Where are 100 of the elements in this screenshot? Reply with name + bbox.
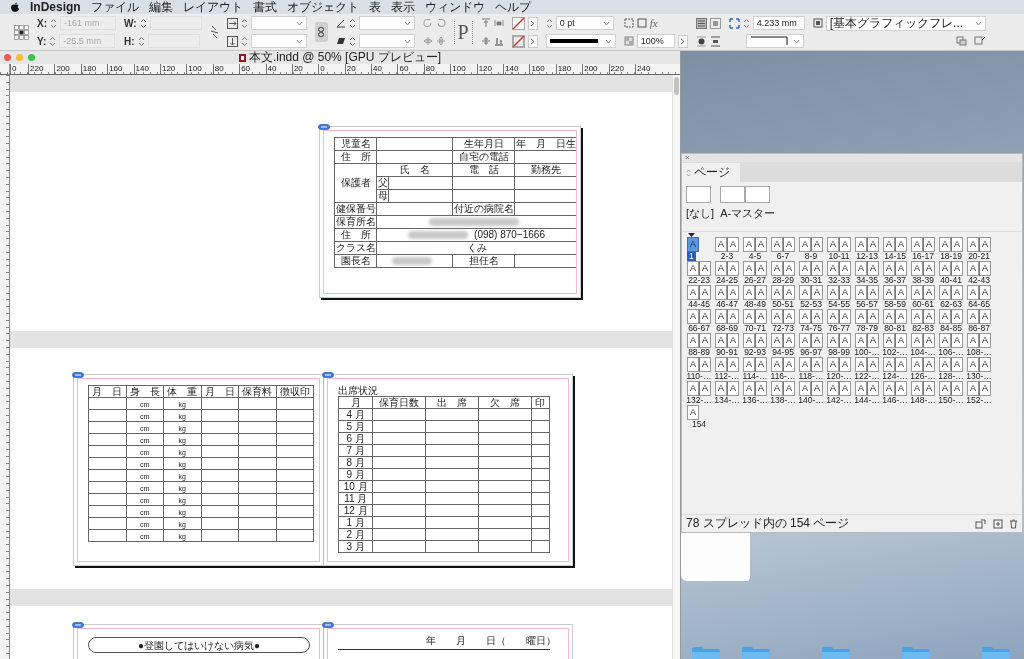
page-number[interactable]: 54-55 — [828, 300, 850, 309]
menu-item[interactable]: InDesign — [30, 0, 81, 14]
page-thumbnail[interactable]: A — [951, 285, 963, 300]
page-thumbnail[interactable]: A — [687, 405, 699, 420]
page-thumbnail[interactable]: A — [727, 261, 739, 276]
page-thumbnail[interactable]: A — [799, 237, 811, 252]
close-button[interactable] — [4, 54, 11, 61]
page-thumbnail[interactable]: A — [923, 237, 935, 252]
page-thumbnail[interactable]: A — [951, 381, 963, 396]
effects-button[interactable]: fx — [649, 17, 658, 29]
menu-item[interactable]: ウィンドウ — [424, 0, 485, 14]
chevron-right-button[interactable] — [527, 34, 538, 48]
close-button[interactable]: × — [685, 154, 690, 162]
page-thumbnail[interactable]: A — [883, 381, 895, 396]
page-number[interactable]: 34-35 — [856, 276, 878, 285]
page-number[interactable]: 150-… — [938, 396, 964, 405]
stroke-type-dropdown[interactable] — [545, 34, 616, 48]
page-thumbnail[interactable]: A — [827, 285, 839, 300]
page-thumbnail[interactable]: A — [911, 381, 923, 396]
page-number[interactable]: 18-19 — [940, 252, 962, 261]
page-thumbnail[interactable]: A — [939, 261, 951, 276]
page-number[interactable]: 96-97 — [800, 348, 822, 357]
flip-vertical-icon[interactable] — [435, 36, 446, 46]
page-thumbnail[interactable]: A — [855, 333, 867, 348]
page-thumbnail[interactable]: A — [855, 285, 867, 300]
page-number[interactable]: 70-71 — [744, 324, 766, 333]
page-thumbnail[interactable]: A — [967, 357, 979, 372]
page-thumbnail[interactable]: A — [895, 381, 907, 396]
page-thumbnail[interactable]: A — [867, 309, 879, 324]
page-thumbnail[interactable]: A — [979, 333, 991, 348]
page-number[interactable]: 8-9 — [804, 252, 818, 261]
align-top-icon[interactable] — [480, 18, 491, 28]
stepper-icon[interactable] — [545, 17, 553, 29]
page-thumbnail[interactable]: A — [951, 333, 963, 348]
page-thumbnail[interactable]: A — [755, 261, 767, 276]
page-thumbnail[interactable]: A — [967, 381, 979, 396]
corner-size-field[interactable]: 4.233 mm — [752, 16, 805, 30]
page-thumbnail[interactable]: A — [883, 309, 895, 324]
page-thumbnail[interactable]: A — [895, 357, 907, 372]
corner-shape-dropdown[interactable] — [745, 34, 804, 48]
page-number[interactable]: 6-7 — [776, 252, 790, 261]
corner-options-icon[interactable] — [728, 17, 740, 29]
stepper-icon[interactable] — [49, 35, 57, 47]
page-number[interactable]: 124-… — [882, 372, 908, 381]
page-thumbnail[interactable]: A — [715, 261, 727, 276]
page-thumbnail[interactable]: A — [923, 285, 935, 300]
page-thumbnail[interactable]: A — [827, 381, 839, 396]
page-thumbnail[interactable]: A — [951, 357, 963, 372]
page-thumbnail[interactable]: A — [715, 237, 727, 252]
page-number[interactable]: 82-83 — [912, 324, 934, 333]
page-thumbnail[interactable]: A — [715, 381, 727, 396]
page-thumbnail[interactable]: A — [743, 261, 755, 276]
page-thumbnail[interactable]: A — [811, 309, 823, 324]
page-thumbnail[interactable]: A — [855, 237, 867, 252]
page-thumbnail[interactable]: A — [923, 261, 935, 276]
page-thumbnail[interactable]: A — [687, 309, 699, 324]
page-number[interactable]: 38-39 — [912, 276, 934, 285]
page-thumbnail[interactable]: A — [783, 309, 795, 324]
page-number[interactable]: 140-… — [798, 396, 824, 405]
page-thumbnail[interactable]: A — [923, 381, 935, 396]
stepper-icon[interactable] — [50, 17, 57, 29]
page-thumbnail[interactable]: A — [855, 261, 867, 276]
select-container-button[interactable]: P — [453, 20, 473, 44]
apple-icon[interactable] — [10, 1, 20, 13]
page-thumbnail[interactable]: A — [783, 237, 795, 252]
page-number[interactable]: 110-… — [686, 372, 712, 381]
page-number[interactable]: 90-91 — [716, 348, 738, 357]
shear-dropdown[interactable] — [358, 34, 415, 48]
page-thumbnail[interactable]: A — [727, 333, 739, 348]
chevron-right-button[interactable] — [527, 16, 538, 30]
page-thumbnail[interactable]: A — [967, 237, 979, 252]
page-thumbnail[interactable]: A — [895, 237, 907, 252]
page-thumbnail[interactable]: A — [939, 357, 951, 372]
page-number[interactable]: 62-63 — [940, 300, 962, 309]
page-number[interactable]: 128-… — [938, 372, 964, 381]
page-thumbnail[interactable]: A — [911, 333, 923, 348]
page-thumbnail[interactable]: A — [755, 285, 767, 300]
page-thumbnail[interactable]: A — [687, 285, 699, 300]
stepper-icon[interactable] — [240, 17, 248, 29]
master-thumbnail[interactable] — [686, 186, 711, 203]
zoom-button[interactable] — [28, 54, 35, 61]
page-thumbnail[interactable]: A — [799, 333, 811, 348]
page-thumbnail[interactable]: A — [827, 237, 839, 252]
page-thumbnail[interactable]: A — [979, 357, 991, 372]
page-thumbnail[interactable]: A — [699, 381, 711, 396]
page-number[interactable]: 16-17 — [912, 252, 934, 261]
page-thumbnail[interactable]: A — [883, 261, 895, 276]
page-number[interactable]: 148-… — [910, 396, 936, 405]
page-number[interactable]: 60-61 — [912, 300, 934, 309]
page-thumbnail[interactable]: A — [699, 357, 711, 372]
page-thumbnail[interactable]: A — [783, 285, 795, 300]
page-thumbnail[interactable]: A — [867, 285, 879, 300]
page-thumbnail[interactable]: A — [799, 261, 811, 276]
page-number[interactable]: 146-… — [882, 396, 908, 405]
page-number[interactable]: 66-67 — [688, 324, 710, 333]
page-number[interactable]: 20-21 — [968, 252, 990, 261]
page-number[interactable]: 102-… — [882, 348, 908, 357]
menu-item[interactable]: 表示 — [390, 0, 415, 14]
master-label[interactable]: A-マスター — [720, 207, 776, 219]
page-thumbnail[interactable]: A — [911, 309, 923, 324]
